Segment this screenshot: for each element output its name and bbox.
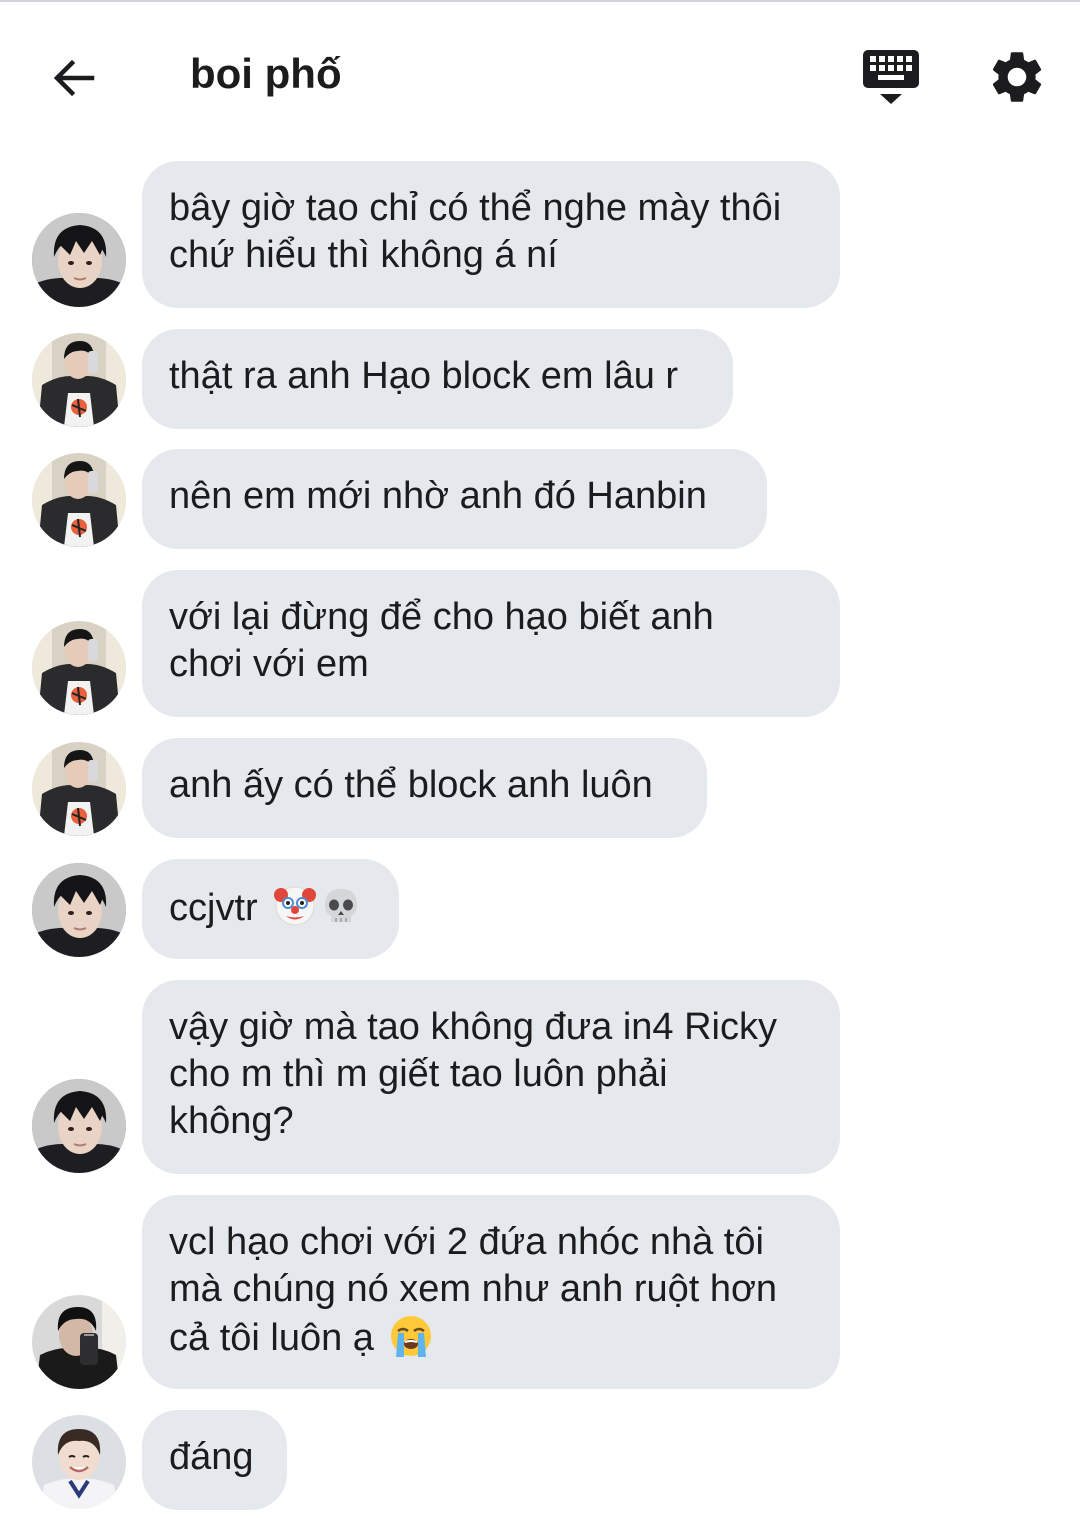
message-bubble[interactable]: thật ra anh Hạo block em lâu r [142, 329, 733, 429]
chat-title: boi phố [190, 50, 342, 97]
keyboard-hide-icon [863, 50, 919, 104]
avatar[interactable] [32, 621, 126, 715]
avatar-d [32, 1415, 126, 1509]
message-bubble[interactable]: vậy giờ mà tao không đưa in4 Ricky cho m… [142, 980, 840, 1174]
avatar[interactable] [32, 333, 126, 427]
message-text: vậy giờ mà tao không đưa in4 Ricky cho m… [169, 1006, 777, 1142]
settings-button[interactable] [986, 46, 1048, 108]
message-text: thật ra anh Hạo block em lâu r [169, 355, 679, 397]
back-button[interactable] [44, 48, 104, 108]
avatar-b [32, 742, 126, 836]
avatar[interactable] [32, 1415, 126, 1509]
avatar-b [32, 621, 126, 715]
message-bubble[interactable]: với lại đừng để cho hạo biết anh chơi vớ… [142, 570, 840, 717]
message-bubble[interactable]: bây giờ tao chỉ có thể nghe mày thôi chứ… [142, 161, 840, 308]
gear-icon [992, 52, 1042, 102]
avatar-b [32, 453, 126, 547]
avatar[interactable] [32, 213, 126, 307]
loudly-crying-face-emoji [388, 1313, 434, 1359]
avatar-c [32, 1295, 126, 1389]
avatar[interactable] [32, 742, 126, 836]
keyboard-button[interactable] [858, 46, 924, 108]
avatar[interactable] [32, 863, 126, 957]
message-text: anh ấy có thể block anh luôn [169, 764, 653, 806]
avatar-a [32, 213, 126, 307]
message-text: vcl hạo chơi với 2 đứa nhóc nhà tôi mà c… [169, 1221, 778, 1359]
avatar-a [32, 863, 126, 957]
clown-face-emoji [272, 883, 318, 929]
message-text: nên em mới nhờ anh đó Hanbin [169, 475, 707, 517]
message-bubble[interactable]: ccjvtr [142, 859, 399, 959]
avatar[interactable] [32, 453, 126, 547]
arrow-left-icon [53, 59, 95, 97]
message-bubble[interactable]: đáng [142, 1410, 287, 1510]
message-text: bây giờ tao chỉ có thể nghe mày thôi chứ… [169, 187, 782, 276]
message-bubble[interactable]: anh ấy có thể block anh luôn [142, 738, 707, 838]
avatar[interactable] [32, 1079, 126, 1173]
message-bubble[interactable]: nên em mới nhờ anh đó Hanbin [142, 449, 767, 549]
avatar[interactable] [32, 1295, 126, 1389]
skull-emoji [318, 883, 364, 929]
message-text: ccjvtr [169, 887, 258, 929]
message-text: với lại đừng để cho hạo biết anh chơi vớ… [169, 596, 714, 685]
avatar-b [32, 333, 126, 427]
message-bubble[interactable]: vcl hạo chơi với 2 đứa nhóc nhà tôi mà c… [142, 1195, 840, 1389]
chat-header: boi phố [0, 2, 1080, 142]
message-text: đáng [169, 1436, 254, 1478]
avatar-a [32, 1079, 126, 1173]
